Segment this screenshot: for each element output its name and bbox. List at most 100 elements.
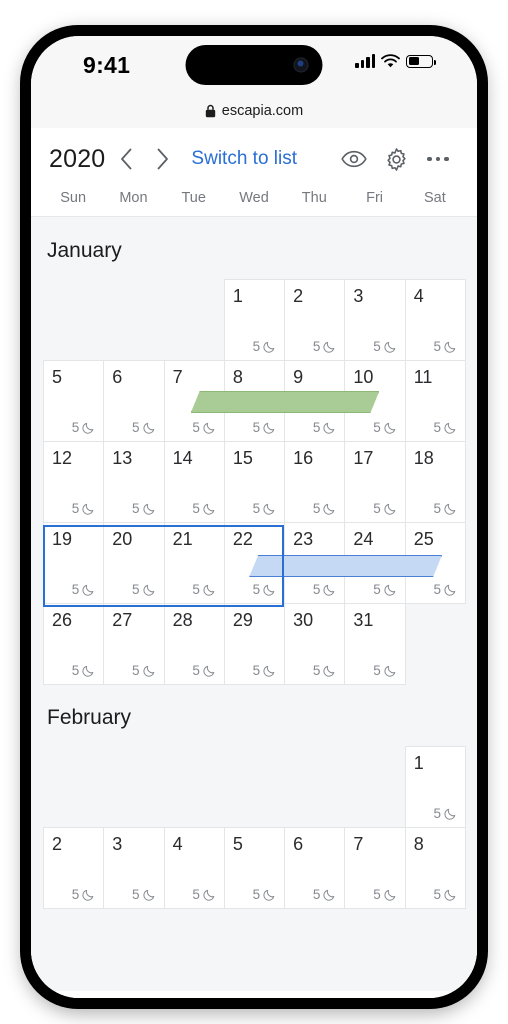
browser-url-bar[interactable]: escapia.com xyxy=(31,94,477,128)
month-title: February xyxy=(47,706,132,729)
calendar-day-cell[interactable]: 18 5 xyxy=(404,441,466,523)
calendar-day-cell[interactable]: 15 xyxy=(404,746,466,828)
crescent-moon-icon xyxy=(263,584,275,596)
calendar-day-cell[interactable]: 95 xyxy=(284,360,346,442)
nights-count: 5 xyxy=(71,420,80,435)
calendar-scroll-area[interactable]: January 1 5 2 5 3 5 4 5 5 5 6 5 7 5 8 5 9 5 10 5 11 5 12 5 13 5 14 5… xyxy=(31,217,477,991)
settings-button[interactable] xyxy=(379,142,413,176)
nights-count: 5 xyxy=(71,582,80,597)
calendar-day-cell[interactable]: 12 5 xyxy=(43,441,105,523)
nights-count: 5 xyxy=(71,501,80,516)
calendar-day-cell[interactable]: 35 xyxy=(103,827,165,909)
calendar-day-cell[interactable]: 22 5 xyxy=(223,522,286,604)
lock-icon xyxy=(205,104,215,118)
day-number: 12 xyxy=(52,448,73,468)
crescent-moon-icon xyxy=(323,889,335,901)
calendar-day-cell[interactable]: 15 xyxy=(223,279,286,361)
calendar-day-cell[interactable]: 35 xyxy=(344,279,406,361)
weekday-sun: Sun xyxy=(60,190,87,206)
day-number: 2 xyxy=(52,834,63,854)
ellipsis-icon xyxy=(427,156,449,162)
calendar-day-cell[interactable]: 28 5 xyxy=(163,603,225,685)
calendar-day-cell[interactable]: 10 5 xyxy=(344,360,406,442)
nights-indicator: 5 xyxy=(253,501,277,516)
calendar-day-cell[interactable]: 15 5 xyxy=(223,441,286,523)
calendar-day-cell[interactable]: 20 5 xyxy=(103,522,165,604)
calendar-day-cell[interactable]: 30 5 xyxy=(284,603,346,685)
crescent-moon-icon xyxy=(263,341,275,353)
calendar-day-cell[interactable]: 55 xyxy=(43,360,105,442)
crescent-moon-icon xyxy=(444,341,456,353)
day-number: 3 xyxy=(112,834,123,854)
nights-count: 5 xyxy=(132,501,140,516)
calendar-day-cell[interactable]: 55 xyxy=(223,827,286,909)
calendar-day-cell[interactable]: 25 xyxy=(43,827,105,909)
day-number: 20 xyxy=(112,529,133,549)
calendar-day-cell[interactable]: 26 5 xyxy=(43,603,105,685)
calendar-day-cell[interactable]: 85 xyxy=(223,360,286,442)
calendar-day-cell[interactable]: 23 5 xyxy=(284,522,346,604)
day-number: 8 xyxy=(232,367,243,387)
dynamic-island xyxy=(185,45,323,85)
nights-count: 5 xyxy=(433,582,441,597)
calendar-day-cell[interactable]: 65 xyxy=(284,827,346,909)
calendar-day-cell[interactable]: 75 xyxy=(344,827,406,909)
calendar-day-cell[interactable]: 29 5 xyxy=(223,603,286,685)
calendar-day-cell[interactable]: 16 5 xyxy=(284,441,346,523)
calendar-day-cell[interactable]: 65 xyxy=(103,360,165,442)
calendar-day-cell[interactable]: 19 5 xyxy=(43,522,105,604)
crescent-moon-icon xyxy=(82,422,94,434)
visibility-button[interactable] xyxy=(337,142,371,176)
crescent-moon-icon xyxy=(263,889,275,901)
crescent-moon-icon xyxy=(384,422,395,434)
calendar-day-cell[interactable]: 85 xyxy=(404,827,466,909)
nights-count: 5 xyxy=(433,420,441,435)
more-options-button[interactable] xyxy=(421,142,455,176)
crescent-moon-icon xyxy=(82,665,94,677)
calendar-day-cell[interactable]: 45 xyxy=(404,279,466,361)
calendar-day-cell[interactable]: 25 xyxy=(284,279,346,361)
calendar-day-cell[interactable]: 27 5 xyxy=(103,603,165,685)
cellular-signal-icon xyxy=(355,54,375,68)
month-grid: 1525354555657585 xyxy=(43,746,466,909)
day-number: 10 xyxy=(353,367,374,387)
switch-to-list-link[interactable]: Switch to list xyxy=(191,148,297,170)
empty-cell xyxy=(43,279,104,361)
crescent-moon-icon xyxy=(323,341,335,353)
calendar-day-cell[interactable]: 11 5 xyxy=(404,360,466,442)
nights-count: 5 xyxy=(252,339,261,354)
calendar-day-cell[interactable]: 25 5 xyxy=(404,522,466,604)
calendar-day-cell[interactable]: 14 5 xyxy=(163,441,225,523)
crescent-moon-icon xyxy=(203,665,215,677)
crescent-moon-icon xyxy=(203,584,215,596)
day-number: 4 xyxy=(413,286,424,306)
weekday-wed: Wed xyxy=(239,190,269,206)
url-text: escapia.com xyxy=(221,103,304,119)
crescent-moon-icon xyxy=(143,422,154,434)
day-number: 15 xyxy=(232,448,253,468)
crescent-moon-icon xyxy=(143,584,154,596)
crescent-moon-icon xyxy=(384,889,395,901)
calendar-day-cell[interactable]: 45 xyxy=(163,827,225,909)
empty-cell xyxy=(43,746,104,828)
next-year-button[interactable] xyxy=(147,142,177,176)
calendar-day-cell[interactable]: 75 xyxy=(163,360,225,442)
previous-year-button[interactable] xyxy=(111,142,141,176)
calendar-day-cell[interactable]: 24 5 xyxy=(344,522,406,604)
weekday-thu: Thu xyxy=(301,190,327,206)
calendar-day-cell[interactable]: 21 5 xyxy=(163,522,225,604)
nights-indicator: 5 xyxy=(373,887,397,902)
day-number: 18 xyxy=(413,448,434,468)
calendar-day-cell[interactable]: 13 5 xyxy=(103,441,165,523)
weekday-sat: Sat xyxy=(423,190,446,206)
crescent-moon-icon xyxy=(444,889,456,901)
calendar-day-cell[interactable]: 31 5 xyxy=(344,603,406,685)
nights-count: 5 xyxy=(71,887,80,902)
day-number: 23 xyxy=(293,529,314,549)
nights-count: 5 xyxy=(312,339,321,354)
nights-indicator: 5 xyxy=(313,501,337,516)
calendar-day-cell[interactable]: 17 5 xyxy=(344,441,406,523)
nights-indicator: 5 xyxy=(433,582,457,597)
empty-cell xyxy=(164,279,225,361)
day-number: 5 xyxy=(232,834,243,854)
